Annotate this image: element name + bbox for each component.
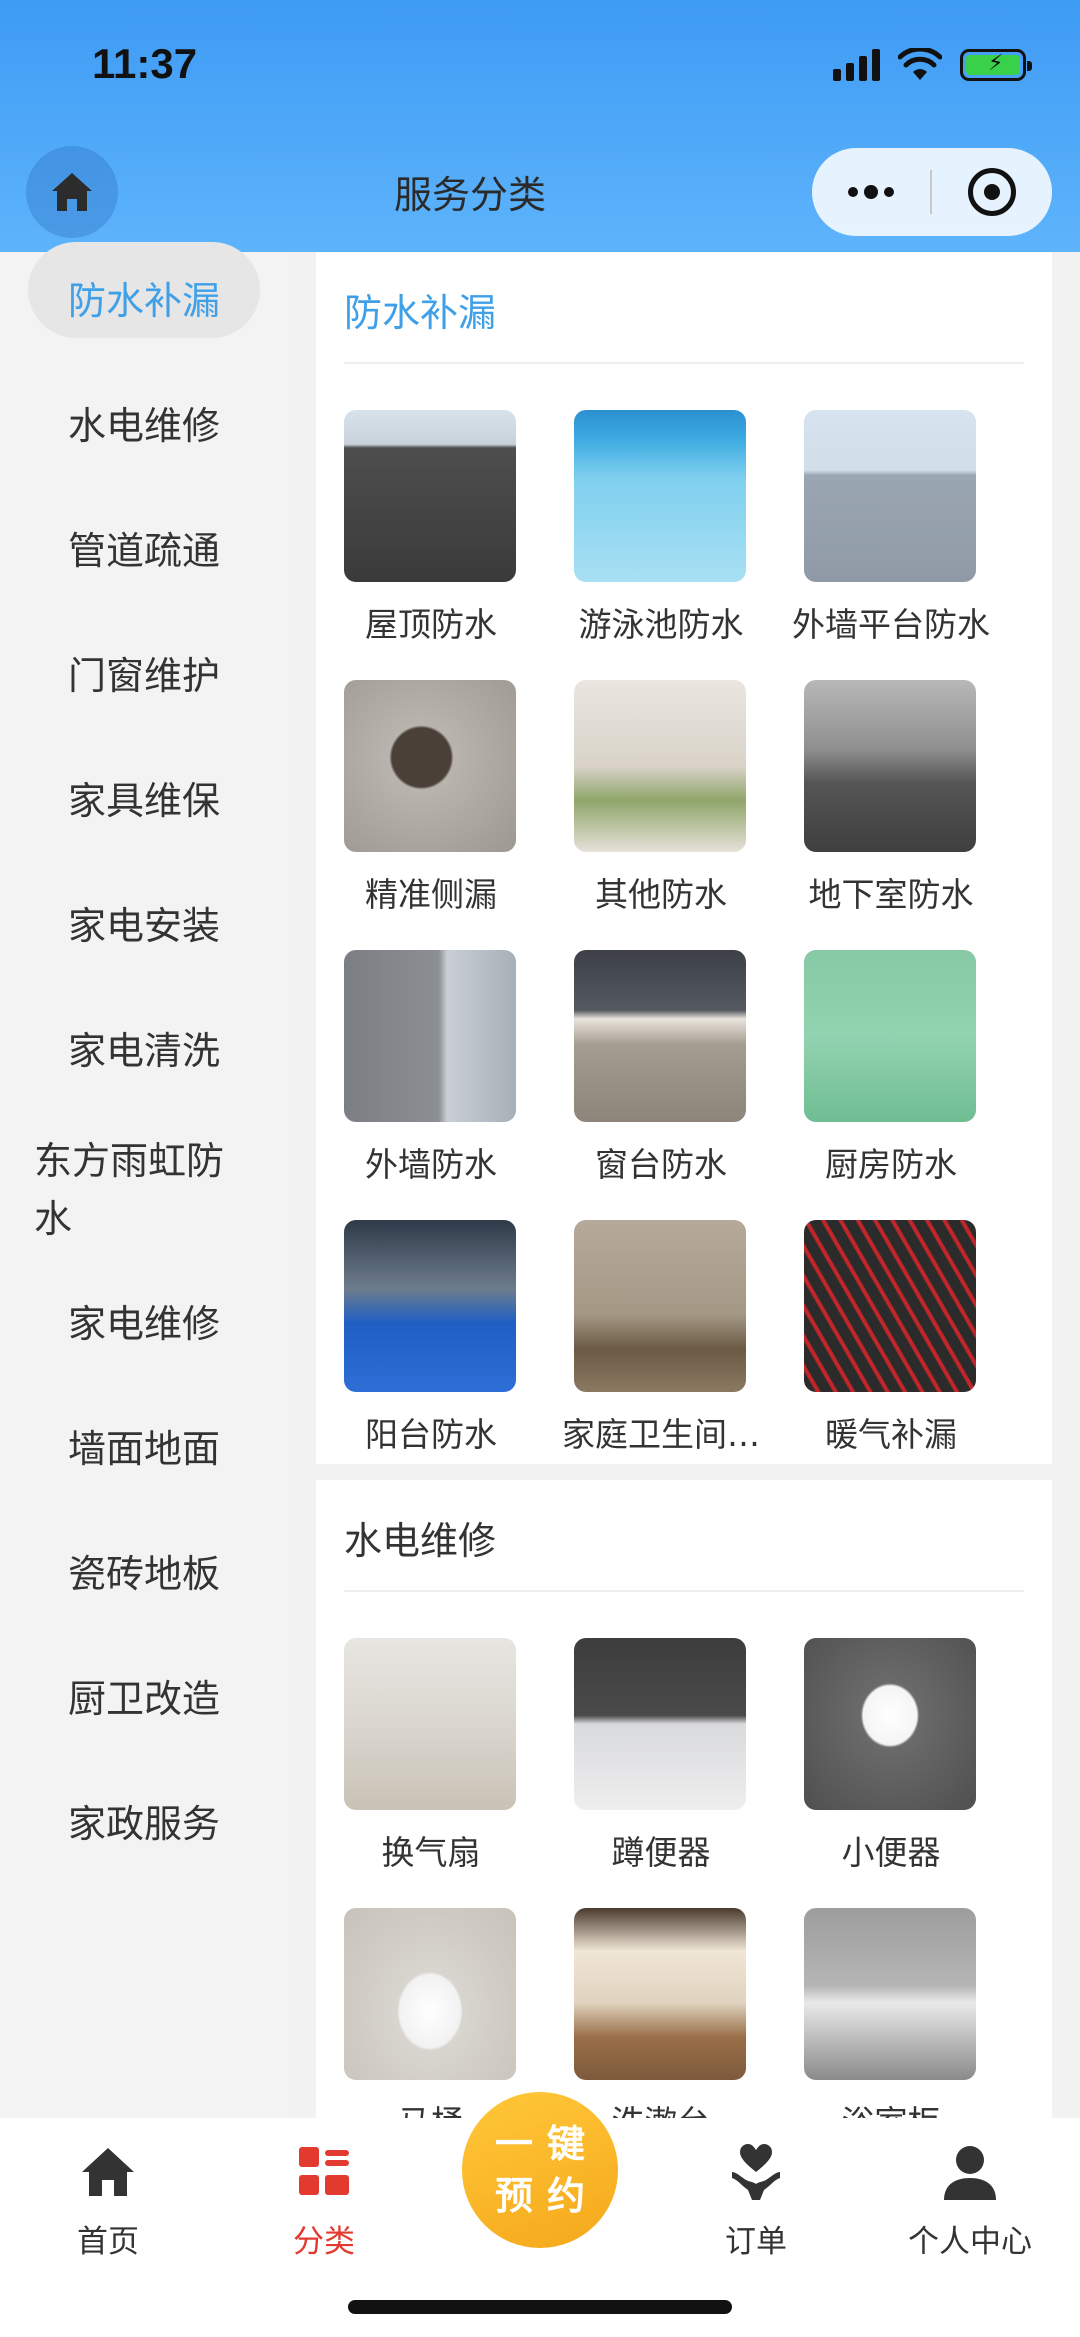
tile-label: 外墙平台防水 bbox=[792, 605, 990, 644]
sidebar-item-label: 家电清洗 bbox=[67, 1029, 220, 1073]
tab-profile[interactable]: 个人中心 bbox=[890, 2142, 1050, 2261]
mini-program-capsule bbox=[812, 148, 1052, 236]
header: 11:37 ⚡ 服务分类 bbox=[0, 0, 1080, 252]
sidebar-item-wall-floor[interactable]: 墙面地面 bbox=[0, 1420, 290, 1478]
section-divider bbox=[344, 362, 1024, 364]
status-time: 11:37 bbox=[92, 40, 198, 87]
tile-label: 地下室防水 bbox=[808, 875, 974, 914]
washbasin-image bbox=[574, 1908, 746, 2080]
tab-home[interactable]: 首页 bbox=[28, 2142, 188, 2261]
sidebar-item-label: 家电安装 bbox=[67, 904, 220, 948]
urinal-image bbox=[804, 1638, 976, 1810]
tab-label: 分类 bbox=[293, 2224, 355, 2260]
tile-label: 小便器 bbox=[841, 1833, 941, 1872]
tile-label: 其他防水 bbox=[595, 875, 727, 914]
tile-label: 精准侧漏 bbox=[365, 875, 497, 914]
sidebar-item-oriental-yuhong[interactable]: 东方雨虹防水 bbox=[34, 1132, 244, 1248]
section-divider bbox=[344, 1590, 1024, 1592]
sidebar-item-kitchen-bath[interactable]: 厨卫改造 bbox=[0, 1670, 290, 1728]
tile-label: 游泳池防水 bbox=[578, 605, 744, 644]
wifi-icon bbox=[898, 48, 942, 80]
windowsill-image bbox=[574, 950, 746, 1122]
sidebar-item-label: 家电维修 bbox=[67, 1302, 220, 1346]
balcony-waterproof-image bbox=[344, 1220, 516, 1392]
category-grid-icon bbox=[299, 2147, 349, 2195]
tile-label: 阳台防水 bbox=[365, 1415, 497, 1454]
sidebar-item-door-window[interactable]: 门窗维护 bbox=[0, 647, 290, 705]
category-sidebar: 防水补漏 水电维修 管道疏通 门窗维护 家具维保 家电安装 家电清洗 东方雨虹防… bbox=[0, 242, 290, 2118]
tile-label: 浴室柜 bbox=[776, 2096, 1006, 2118]
section-waterproof: 防水补漏 屋顶防水 游泳池防水 外墙平台防水 精准侧漏 其他防水 地下室防水 外… bbox=[316, 252, 1052, 1464]
sidebar-item-waterproof[interactable]: 防水补漏 bbox=[0, 242, 290, 338]
book-label-line2: 预约 bbox=[494, 2174, 599, 2218]
sidebar-item-pipe-unclogging[interactable]: 管道疏通 bbox=[0, 522, 290, 580]
tile-label: 暖气补漏 bbox=[825, 1415, 957, 1454]
status-bar: 11:37 ⚡ bbox=[0, 0, 1080, 140]
home-icon bbox=[82, 2148, 134, 2196]
bathroom-waterproof-image bbox=[574, 1220, 746, 1392]
sidebar-item-furniture[interactable]: 家具维保 bbox=[0, 772, 290, 830]
home-indicator bbox=[348, 2300, 732, 2314]
tab-label: 首页 bbox=[77, 2224, 139, 2260]
sidebar-item-appliance-install[interactable]: 家电安装 bbox=[0, 897, 290, 955]
sidebar-item-label: 防水补漏 bbox=[67, 279, 220, 323]
bathroom-cabinet-image bbox=[804, 1908, 976, 2080]
tab-orders[interactable]: 订单 bbox=[676, 2142, 836, 2261]
tile-label: 厨房防水 bbox=[825, 1145, 957, 1184]
leak-detection-image bbox=[344, 680, 516, 852]
sidebar-item-appliance-repair[interactable]: 家电维修 bbox=[0, 1295, 290, 1353]
sidebar-item-housekeeping[interactable]: 家政服务 bbox=[0, 1795, 290, 1853]
close-icon bbox=[968, 168, 1016, 216]
terrace-waterproof-image bbox=[804, 410, 976, 582]
tile-label: 屋顶防水 bbox=[365, 605, 497, 644]
page-title: 服务分类 bbox=[393, 173, 546, 217]
sidebar-item-label: 墙面地面 bbox=[67, 1427, 220, 1471]
sidebar-item-label: 东方雨虹防水 bbox=[34, 1139, 225, 1241]
tile-label: 窗台防水 bbox=[595, 1145, 727, 1184]
sidebar-item-label: 水电维修 bbox=[67, 404, 220, 448]
toilet-image bbox=[344, 1908, 516, 2080]
pool-waterproof-image bbox=[574, 410, 746, 582]
tab-category[interactable]: 分类 bbox=[244, 2142, 404, 2261]
sidebar-item-label: 家具维保 bbox=[67, 779, 220, 823]
sidebar-item-label: 管道疏通 bbox=[67, 529, 220, 573]
tile-label: 外墙防水 bbox=[365, 1145, 497, 1184]
tile-label: 家庭卫生间… bbox=[562, 1415, 760, 1454]
sidebar-item-label: 门窗维护 bbox=[67, 654, 220, 698]
user-icon bbox=[944, 2146, 996, 2200]
quick-book-button[interactable]: 一键 预约 bbox=[452, 2082, 628, 2258]
tab-label: 订单 bbox=[725, 2224, 787, 2260]
exhaust-fan-image bbox=[344, 1638, 516, 1810]
sidebar-item-label: 厨卫改造 bbox=[67, 1677, 220, 1721]
exterior-wall-image bbox=[344, 950, 516, 1122]
tile-label: 换气扇 bbox=[381, 1833, 481, 1872]
nav-bar: 服务分类 bbox=[0, 140, 1080, 252]
cellular-signal-icon bbox=[833, 49, 880, 81]
sidebar-item-plumbing-electrical[interactable]: 水电维修 bbox=[0, 397, 290, 455]
section-title: 水电维修 bbox=[344, 1519, 497, 1563]
sidebar-item-tile-flooring[interactable]: 瓷砖地板 bbox=[0, 1545, 290, 1603]
more-button[interactable] bbox=[812, 148, 930, 236]
close-button[interactable] bbox=[932, 148, 1052, 236]
section-title: 防水补漏 bbox=[344, 291, 497, 335]
roof-waterproof-image bbox=[344, 410, 516, 582]
kitchen-waterproof-image bbox=[804, 950, 976, 1122]
battery-icon: ⚡ bbox=[960, 49, 1032, 81]
tab-label: 个人中心 bbox=[908, 2224, 1032, 2260]
status-icons: ⚡ bbox=[833, 48, 1032, 82]
squat-toilet-image bbox=[574, 1638, 746, 1810]
book-label-line1: 一键 bbox=[494, 2122, 599, 2166]
sidebar-item-appliance-cleaning[interactable]: 家电清洗 bbox=[0, 1022, 290, 1080]
heating-repair-image bbox=[804, 1220, 976, 1392]
basement-waterproof-image bbox=[804, 680, 976, 852]
heart-hand-icon bbox=[732, 2144, 780, 2200]
sidebar-item-label: 家政服务 bbox=[67, 1802, 220, 1846]
service-content: 防水补漏 屋顶防水 游泳池防水 外墙平台防水 精准侧漏 其他防水 地下室防水 外… bbox=[316, 252, 1052, 2118]
section-plumbing-electrical: 水电维修 换气扇 蹲便器 小便器 马桶 洗漱台 浴室柜 bbox=[316, 1480, 1052, 2118]
tile-label: 蹲便器 bbox=[611, 1833, 711, 1872]
sidebar-item-label: 瓷砖地板 bbox=[67, 1552, 220, 1596]
other-waterproof-image bbox=[574, 680, 746, 852]
